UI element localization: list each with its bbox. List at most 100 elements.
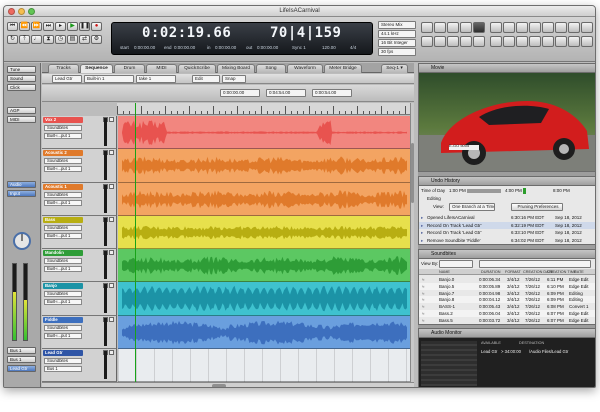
tab-midi[interactable]: MIDI (146, 64, 177, 73)
velocity-icon[interactable] (516, 36, 528, 47)
tab-sequence-selector[interactable]: Seq-1 ▾ (381, 64, 408, 73)
left-toolbar-item-tune[interactable]: Tune (7, 66, 36, 73)
track-chip-lead-gtr[interactable]: Lead Gtr (7, 365, 36, 372)
groove-icon[interactable] (542, 36, 554, 47)
metronome-button[interactable]: ♩ (31, 35, 42, 44)
take-selector[interactable]: take 1 (136, 75, 176, 83)
track-sound-select[interactable]: Soundbites (44, 291, 82, 298)
audio-monitor-icon[interactable] (581, 36, 593, 47)
plugins-icon[interactable] (555, 36, 567, 47)
main-counter-display[interactable]: 0:02:19.66 70|4|159 start 0:00:00.00 end… (111, 22, 373, 55)
mute-icon[interactable] (109, 150, 114, 156)
soundbites-col-duration[interactable]: DURATION (481, 269, 501, 275)
track-row[interactable]: Acoustic 2 Soundbites Built-i...put 1 (42, 149, 410, 183)
frame-rate-select[interactable]: 30 fps (378, 48, 416, 56)
view-select[interactable]: One Branch at a Time (449, 203, 495, 211)
close-window-icon[interactable] (8, 8, 15, 15)
tab-tracks[interactable]: Tracks (48, 64, 79, 73)
tab-meter-bridge[interactable]: Meter Bridge (324, 64, 362, 73)
time-slider-track[interactable] (467, 189, 501, 193)
soundbites-icon[interactable] (555, 22, 567, 33)
pencil-tool-icon[interactable] (434, 22, 446, 33)
pause-button[interactable]: ❚❚ (79, 22, 90, 31)
track-name[interactable]: Acoustic 1 (43, 183, 83, 190)
left-toolbar-item-audio[interactable]: Audio (7, 181, 36, 188)
track-row[interactable]: Vox 2 Soundbites Built-i...put 1 (42, 116, 410, 150)
rewind-button[interactable]: ⏪ (19, 22, 30, 31)
clippings-icon[interactable] (568, 22, 580, 33)
track-header[interactable]: Mandolin Soundbites Built-i...put 1 (42, 249, 117, 283)
track-row[interactable]: Mandolin Soundbites Built-i...put 1 (42, 249, 410, 283)
soundbite-row[interactable]: ≈ Bass.5 0:00:03.72 3/4/12 7/26/12 6:07 PM Edg… (419, 317, 595, 324)
wait-button[interactable]: ◷ (55, 35, 66, 44)
track-name[interactable]: Mandolin (43, 250, 83, 256)
eraser-tool-icon[interactable] (447, 22, 459, 33)
play-button[interactable]: ▶ (67, 22, 78, 31)
mute-icon[interactable] (109, 316, 114, 322)
track-sound-select[interactable]: Soundbites (44, 125, 82, 131)
sync-button[interactable]: ⚙ (91, 35, 102, 44)
track-row[interactable]: Lead Gtr Soundbites Bus 1 (42, 348, 410, 382)
mute-icon[interactable] (109, 283, 114, 289)
track-row[interactable]: Fiddle Soundbites Built-i...put 1 (42, 315, 410, 349)
edit-mode-select[interactable]: Edit (192, 75, 220, 83)
snap-select[interactable]: Snap (222, 75, 246, 83)
undo-history-row[interactable]: ▸ Record On Track 'Lead Gtr' 6:33:10 PM ED… (419, 229, 595, 236)
track-lane[interactable] (118, 182, 410, 216)
track-header[interactable]: Lead Gtr Soundbites Bus 1 (42, 348, 117, 382)
markers-icon[interactable] (529, 22, 541, 33)
input-selector[interactable]: Built-in 1 (84, 75, 134, 83)
time-slider-handle[interactable] (523, 188, 526, 194)
track-name[interactable]: Banjo (43, 283, 83, 290)
left-toolbar-item-midi[interactable]: MIDI (7, 116, 36, 123)
fast-forward-button[interactable]: ⏩ (31, 22, 42, 31)
output-format-select[interactable]: Stereo Mix (378, 21, 416, 29)
mute-icon[interactable] (109, 183, 114, 189)
undo-history-row[interactable]: ▸ Remove Soundbite 'Fiddle' 6:34:02 PM EDT… (419, 237, 595, 244)
track-lane[interactable] (118, 348, 410, 382)
track-row[interactable]: Banjo Soundbites Built-i...put 1 (42, 282, 410, 316)
tab-mixing-board[interactable]: Mixing Board (217, 64, 255, 73)
track-input-select[interactable]: Built-i...put 1 (44, 266, 82, 272)
tab-sequence[interactable]: Sequence (80, 64, 113, 73)
mute-icon[interactable] (109, 216, 114, 222)
track-sound-select[interactable]: Soundbites (44, 158, 82, 165)
scissors-tool-icon[interactable] (460, 22, 472, 33)
track-input-select[interactable]: Built-i...put 1 (44, 133, 82, 139)
loop-tool-icon[interactable] (421, 36, 433, 47)
mute-icon[interactable] (109, 117, 114, 122)
track-sound-select[interactable]: Soundbites (44, 224, 82, 231)
track-name[interactable]: Acoustic 2 (43, 150, 83, 157)
volume-knob-icon[interactable] (12, 231, 32, 251)
movie-frame[interactable]: E-GO 5005 (418, 73, 595, 172)
track-sound-select[interactable]: Soundbites (44, 258, 82, 264)
playhead-cursor[interactable] (135, 103, 136, 382)
mixer-icon[interactable] (490, 22, 502, 33)
minimize-window-icon[interactable] (18, 8, 25, 15)
track-input-select[interactable]: Built-i...put 1 (44, 332, 82, 339)
loop-button[interactable]: ↻ (7, 35, 18, 44)
track-lane[interactable] (118, 149, 410, 183)
track-header[interactable]: Acoustic 1 Soundbites Built-i...put 1 (42, 182, 117, 216)
left-toolbar-item-click[interactable]: Click (7, 84, 36, 91)
tab-song[interactable]: Song (256, 64, 286, 73)
timeline-ruler[interactable] (117, 103, 410, 115)
soundbites-col-name[interactable]: NAME (439, 269, 450, 275)
track-name[interactable]: Lead Gtr (43, 349, 83, 356)
view-by-select[interactable] (439, 260, 473, 268)
track-header[interactable]: Fiddle Soundbites Built-i...put 1 (42, 315, 117, 349)
track-name[interactable]: Bass (43, 216, 83, 223)
track-lane[interactable] (118, 249, 410, 283)
undo-history-row[interactable]: ▸ Opened LifeIsACarnival 6:30:16 PM EDT Sep… (419, 214, 595, 221)
track-row[interactable]: Acoustic 1 Soundbites Built-i...put 1 (42, 182, 410, 216)
soundbites-col-creation-time[interactable]: CREATION TIME (547, 269, 576, 275)
chase-button[interactable]: ⇄ (79, 35, 90, 44)
track-row[interactable]: Bass Soundbites Built-i...put 1 (42, 215, 410, 249)
transpose-icon[interactable] (503, 36, 515, 47)
track-input-select[interactable]: Built-i...put 1 (44, 232, 82, 239)
vertical-scrollbar[interactable] (410, 103, 414, 382)
zoom-window-icon[interactable] (28, 8, 35, 15)
soundbite-search-input[interactable] (479, 260, 591, 268)
track-name[interactable]: Fiddle (43, 316, 83, 323)
forward-end-button[interactable]: ⏭ (43, 22, 54, 31)
